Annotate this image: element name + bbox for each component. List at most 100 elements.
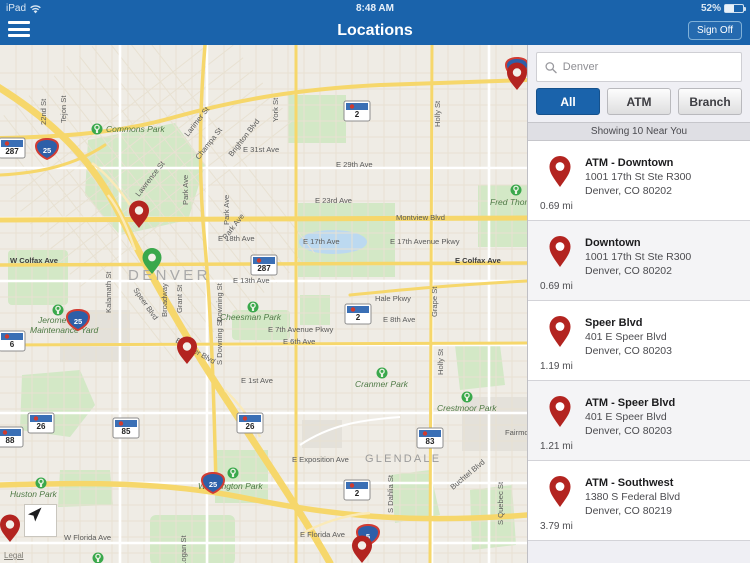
svg-text:W Florida Ave: W Florida Ave [64,533,111,542]
list-item-text: ATM - Downtown 1001 17th St Ste R300 Den… [585,156,744,198]
svg-text:Grape St: Grape St [430,286,439,317]
svg-text:26: 26 [37,422,46,431]
svg-text:Huston Park: Huston Park [10,489,58,499]
location-address-line1: 1001 17th St Ste R300 [585,171,692,183]
locations-list[interactable]: ATM - Downtown 1001 17th St Ste R300 Den… [528,141,750,559]
svg-text:Commons Park: Commons Park [106,124,165,134]
location-distance: 1.19 mi [540,361,573,372]
location-distance: 3.79 mi [540,521,573,532]
svg-text:S Dahlia St: S Dahlia St [386,474,395,513]
svg-text:E Colfax Ave: E Colfax Ave [455,256,501,265]
svg-text:287: 287 [257,264,271,273]
map-pin-icon [548,235,572,273]
location-name: ATM - Speer Blvd [585,397,676,409]
svg-text:E 6th Ave: E 6th Ave [283,337,315,346]
svg-text:Holly St: Holly St [436,348,445,375]
svg-text:E Florida Ave: E Florida Ave [300,530,345,539]
status-bar-right: 52% [700,2,746,14]
svg-text:E 1st Ave: E 1st Ave [241,376,273,385]
svg-text:26: 26 [246,422,255,431]
svg-text:Tejon St: Tejon St [59,95,68,123]
svg-text:6: 6 [10,340,15,349]
map-pin-icon [548,395,572,433]
list-item[interactable]: Speer Blvd 401 E Speer Blvd Denver, CO 8… [528,301,750,381]
map-pin-icon [548,155,572,193]
svg-text:Holly St: Holly St [433,100,442,127]
svg-text:25: 25 [74,317,82,326]
locate-me-button[interactable] [24,504,57,537]
locations-panel: All ATM Branch Showing 10 Near You ATM -… [527,45,750,563]
svg-text:S Quebec St: S Quebec St [496,481,505,525]
list-item[interactable]: ATM - Downtown 1001 17th St Ste R300 Den… [528,141,750,221]
search-icon [545,61,557,73]
battery-percent-label: 52% [700,2,721,14]
list-item-text: Speer Blvd 401 E Speer Blvd Denver, CO 8… [585,316,744,358]
svg-text:85: 85 [122,427,131,436]
svg-text:2: 2 [355,489,360,498]
svg-text:Kalamath St: Kalamath St [104,271,113,313]
svg-text:E 13th Ave: E 13th Ave [233,276,270,285]
svg-text:York St: York St [271,97,280,122]
navigation-bar: Locations Sign Off [0,16,750,45]
page-title: Locations [337,22,413,39]
svg-text:Park Ave: Park Ave [181,175,190,205]
map-pin-icon [548,475,572,513]
map-canvas: Commons Park Jerome Park Maintenance Yar… [0,45,527,563]
svg-text:DENVER: DENVER [128,267,211,284]
location-address-line2: Denver, CO 80203 [585,425,672,437]
svg-text:Broadway: Broadway [160,283,169,317]
location-name: ATM - Downtown [585,157,674,169]
svg-text:E 8th Ave: E 8th Ave [383,315,415,324]
location-name: Speer Blvd [585,317,643,329]
list-item[interactable]: ATM - Southwest 1380 S Federal Blvd Denv… [528,461,750,541]
location-distance: 0.69 mi [540,281,573,292]
location-address-line2: Denver, CO 80203 [585,345,672,357]
svg-text:Park Ave: Park Ave [222,195,231,225]
svg-text:W Colfax Ave: W Colfax Ave [10,256,58,265]
svg-text:287: 287 [5,147,19,156]
list-item-text: ATM - Speer Blvd 401 E Speer Blvd Denver… [585,396,744,438]
svg-text:Hale Pkwy: Hale Pkwy [375,294,411,303]
svg-text:Cranmer Park: Cranmer Park [355,379,409,389]
svg-text:Grant St: Grant St [175,284,184,313]
battery-icon [724,3,746,13]
location-distance: 0.69 mi [540,201,573,212]
location-address-line1: 401 E Speer Blvd [585,411,667,423]
search-input[interactable] [562,61,733,73]
location-address-line2: Denver, CO 80202 [585,265,672,277]
svg-text:83: 83 [426,437,435,446]
svg-text:2: 2 [355,110,360,119]
svg-text:Fred Thom: Fred Thom [490,197,527,207]
svg-text:Downing St: Downing St [215,282,224,322]
location-name: Downtown [585,237,641,249]
filter-branch-button[interactable]: Branch [678,88,742,115]
svg-text:E 23rd Ave: E 23rd Ave [315,196,352,205]
svg-text:S Logan St: S Logan St [179,535,188,563]
map-view[interactable]: Commons Park Jerome Park Maintenance Yar… [0,45,527,563]
filter-atm-button[interactable]: ATM [607,88,671,115]
location-distance: 1.21 mi [540,441,573,452]
svg-text:Maintenance Yard: Maintenance Yard [30,325,98,335]
list-item-text: ATM - Southwest 1380 S Federal Blvd Denv… [585,476,744,518]
location-name: ATM - Southwest [585,477,674,489]
location-address-line2: Denver, CO 80219 [585,505,672,517]
results-count-label: Showing 10 Near You [528,122,750,141]
locate-arrow-icon [28,507,42,522]
map-pin-icon [548,315,572,353]
svg-text:E 17th Avenue Pkwy: E 17th Avenue Pkwy [390,237,460,246]
status-bar-time: 8:48 AM [356,2,394,14]
svg-text:E 29th Ave: E 29th Ave [336,160,373,169]
filter-all-button[interactable]: All [536,88,600,115]
svg-text:2: 2 [356,313,361,322]
svg-text:Fairmo: Fairmo [505,428,527,437]
sign-off-button[interactable]: Sign Off [688,21,742,40]
svg-text:E Exposition Ave: E Exposition Ave [292,455,349,464]
svg-text:22nd St: 22nd St [39,98,48,125]
list-item[interactable]: Downtown 1001 17th St Ste R300 Denver, C… [528,221,750,301]
search-box[interactable] [536,52,742,82]
status-bar: iPad 8:48 AM 52% [0,0,750,16]
legal-link[interactable]: Legal [4,551,24,560]
list-item[interactable]: ATM - Speer Blvd 401 E Speer Blvd Denver… [528,381,750,461]
location-address-line2: Denver, CO 80202 [585,185,672,197]
svg-text:Crestmoor Park: Crestmoor Park [437,403,497,413]
